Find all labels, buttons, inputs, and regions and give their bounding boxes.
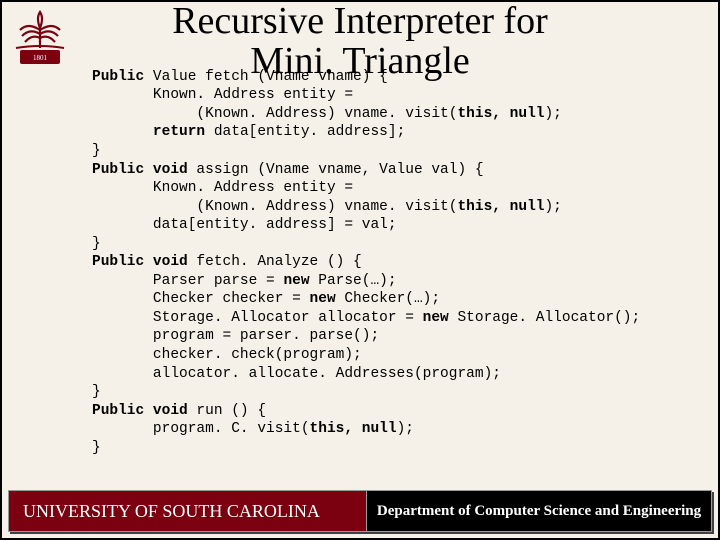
kw: Public void bbox=[92, 254, 188, 270]
code: allocator. allocate. Addresses(program); bbox=[92, 366, 501, 382]
code: Value fetch (Vname vname) { bbox=[144, 69, 388, 85]
code: data[entity. address] = val; bbox=[92, 217, 397, 233]
code: ); bbox=[544, 106, 561, 122]
code: Known. Address entity = bbox=[92, 87, 353, 103]
kw: return bbox=[153, 124, 205, 140]
footer-right: Department of Computer Science and Engin… bbox=[366, 490, 712, 532]
kw: new bbox=[310, 291, 336, 307]
code: run () { bbox=[188, 403, 266, 419]
code: (Known. Address) vname. visit( bbox=[92, 106, 457, 122]
kw: new bbox=[283, 273, 309, 289]
code: } bbox=[92, 440, 101, 456]
kw: this, null bbox=[457, 106, 544, 122]
code: ); bbox=[544, 199, 561, 215]
university-logo: 1801 bbox=[10, 8, 70, 68]
code: program = parser. parse(); bbox=[92, 328, 379, 344]
code: Storage. Allocator(); bbox=[449, 310, 640, 326]
code: Storage. Allocator allocator = bbox=[92, 310, 423, 326]
code: program. C. visit( bbox=[92, 421, 310, 437]
footer-left: UNIVERSITY OF SOUTH CAROLINA bbox=[8, 490, 366, 532]
footer-university: UNIVERSITY OF SOUTH CAROLINA bbox=[23, 501, 320, 522]
svg-text:1801: 1801 bbox=[33, 54, 48, 62]
code: Checker checker = bbox=[92, 291, 310, 307]
kw: Public void bbox=[92, 162, 188, 178]
title-line-1: Recursive Interpreter for bbox=[172, 0, 548, 42]
code: checker. check(program); bbox=[92, 347, 362, 363]
code: } bbox=[92, 384, 101, 400]
code: fetch. Analyze () { bbox=[188, 254, 362, 270]
code: } bbox=[92, 236, 101, 252]
slide: 1801 Recursive Interpreter for Mini. Tri… bbox=[0, 0, 720, 540]
code: } bbox=[92, 143, 101, 159]
footer-department: Department of Computer Science and Engin… bbox=[377, 503, 701, 520]
code: Parse(…); bbox=[310, 273, 397, 289]
code-block: Public Value fetch (Vname vname) { Known… bbox=[2, 68, 718, 457]
code: data[entity. address]; bbox=[205, 124, 405, 140]
kw: new bbox=[423, 310, 449, 326]
code: Known. Address entity = bbox=[92, 180, 353, 196]
code: (Known. Address) vname. visit( bbox=[92, 199, 457, 215]
kw: Public bbox=[92, 69, 144, 85]
code: ); bbox=[397, 421, 414, 437]
code bbox=[92, 124, 153, 140]
kw: this, null bbox=[310, 421, 397, 437]
code: Checker(…); bbox=[336, 291, 440, 307]
kw: this, null bbox=[457, 199, 544, 215]
code: Parser parse = bbox=[92, 273, 283, 289]
code: assign (Vname vname, Value val) { bbox=[188, 162, 484, 178]
kw: Public void bbox=[92, 403, 188, 419]
footer: UNIVERSITY OF SOUTH CAROLINA Department … bbox=[8, 490, 712, 532]
